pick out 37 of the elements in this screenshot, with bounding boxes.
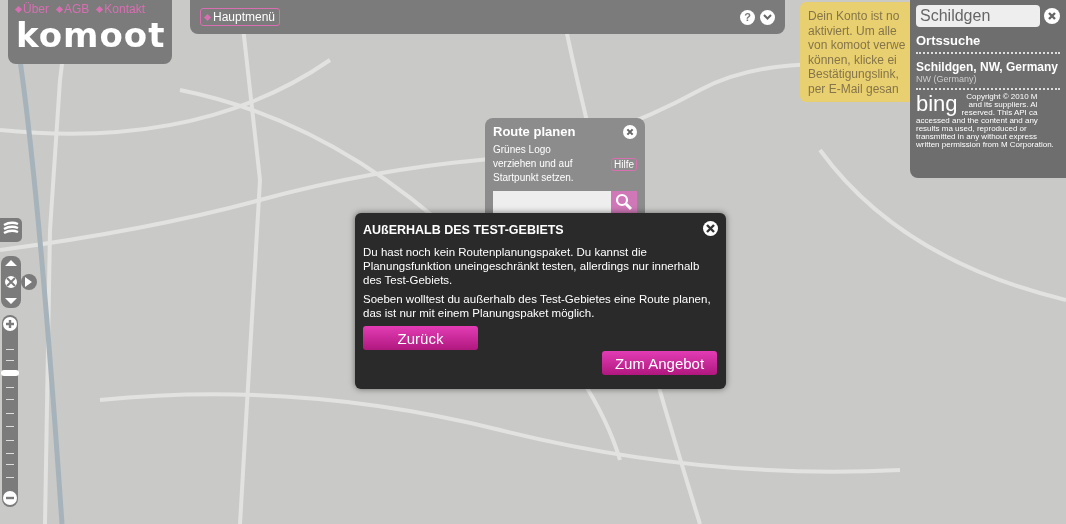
close-icon: [1044, 8, 1060, 24]
copyright-text: reserved. This API ca: [961, 109, 1038, 117]
main-menu-button[interactable]: Hauptmenü: [200, 8, 281, 26]
provider-logo: bing: [916, 93, 958, 117]
result-subtitle: NW (Germany): [916, 74, 1060, 90]
layers-button[interactable]: [0, 218, 22, 242]
chevron-down-icon: [763, 14, 772, 20]
zoom-out-icon[interactable]: [3, 491, 17, 505]
copyright-text: and its suppliers. Al: [968, 101, 1038, 109]
dialog-text: Soeben wolltest du außerhalb des Test-Gebietes eine Route planen, das ist nur mit einem Planungspaket möglich.: [363, 292, 712, 320]
panel-title: Route planen: [493, 124, 576, 139]
close-button[interactable]: [703, 221, 718, 236]
dropdown-button[interactable]: [760, 9, 775, 25]
close-icon: [623, 124, 637, 139]
notice-text: aktiviert. Um alle: [808, 23, 898, 38]
back-button[interactable]: Zurück: [363, 326, 478, 350]
section-heading: Ortssuche: [916, 33, 1060, 54]
dialog-title: AUßERHALB DES TEST-GEBIETS: [363, 223, 564, 237]
dialog-text: Du hast noch kein Routenplanungspaket. Du kannst die Planungsfunktion uneingeschränkt testen, allerdings nur innerhalb des Test-Gebiets.: [363, 245, 701, 287]
zoom-in-icon[interactable]: [3, 317, 17, 331]
notice-text: Dein Konto ist no: [808, 9, 901, 24]
search-button[interactable]: [611, 191, 637, 213]
copyright-text: Copyright © 2010 M: [965, 93, 1038, 101]
result-title[interactable]: Schildgen, NW, Germany: [916, 60, 1060, 74]
notice-text: per E-Mail gesan: [808, 81, 900, 96]
copyright-text: accessed and the content and any results ma used, reproduced or transmitted in any without express written permission from M Corporation.: [916, 117, 1055, 149]
input-field[interactable]: [493, 191, 611, 213]
search-field[interactable]: Schildgen: [916, 5, 1040, 27]
help-button[interactable]: ?: [740, 9, 755, 25]
help-button[interactable]: Hilfe: [611, 157, 637, 171]
offer-button[interactable]: Zum Angebot: [602, 351, 717, 375]
notice-text: können, klicke ei: [808, 52, 898, 67]
instructions-text: Grünes Logo verziehen und auf Startpunkt setzen.: [493, 143, 575, 185]
pan-control[interactable]: [1, 256, 37, 308]
zoom-thumb[interactable]: [1, 369, 19, 376]
zoom-slider[interactable]: [2, 315, 18, 507]
logo[interactable]: komoot: [16, 16, 164, 54]
